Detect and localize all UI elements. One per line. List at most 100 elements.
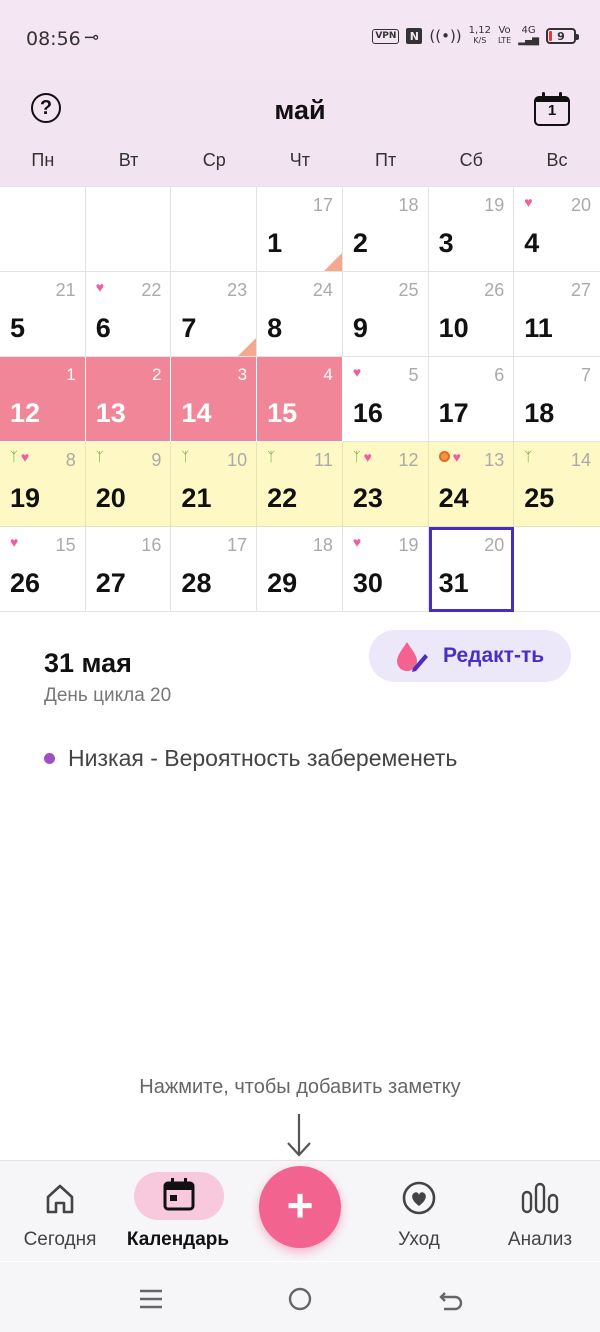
- signal-icon: 4G ▂▄▆: [518, 25, 539, 47]
- calendar-day-cell[interactable]: 20 4 ♥: [514, 187, 600, 272]
- calendar-day-cell[interactable]: 13 24 ♥: [428, 442, 515, 527]
- calendar-day-cell[interactable]: 19 30 ♥: [342, 527, 429, 612]
- heart-icon: ♥: [452, 449, 461, 465]
- probability-dot: [44, 753, 55, 764]
- cycle-day-number: 18: [312, 535, 333, 555]
- calendar-day-cell[interactable]: 4 15: [257, 357, 343, 442]
- nav-today[interactable]: Сегодня: [0, 1161, 120, 1261]
- nfc-icon: N: [406, 28, 423, 44]
- sprout-icon: ᛉ: [524, 449, 533, 464]
- calendar-day-cell[interactable]: 23 7: [171, 272, 258, 357]
- cycle-day-number: 17: [312, 195, 333, 215]
- calendar-day-cell[interactable]: 27 11: [514, 272, 600, 357]
- day-number: 30: [352, 568, 383, 598]
- calendar-day-cell[interactable]: 17 1: [257, 187, 343, 272]
- day-markers: ᛉ: [181, 450, 189, 464]
- calendar-day-cell[interactable]: 18 2: [342, 187, 429, 272]
- nav-analysis-label: Анализ: [507, 1229, 573, 1250]
- cycle-day-number: 11: [314, 450, 333, 470]
- calendar-grid: 17 1 18 2 19 3 20 4 ♥ 21 5 22 6 ♥ 23 7 24 8 25 9 26 10 27 11 1 12…: [0, 186, 600, 613]
- calendar-day-cell[interactable]: 10 21 ᛉ: [171, 442, 258, 527]
- heart-icon: ♥: [524, 194, 533, 210]
- cycle-day-number: 14: [570, 450, 591, 470]
- calendar-day-cell[interactable]: 20 31: [428, 527, 515, 612]
- day-number: 15: [267, 398, 298, 428]
- sprout-icon: ᛉ: [181, 449, 190, 464]
- home-circle-icon[interactable]: [285, 1284, 315, 1314]
- calendar-day-cell[interactable]: 19 3: [428, 187, 515, 272]
- day-markers: ♥: [353, 535, 361, 549]
- add-note-hint[interactable]: Нажмите, чтобы добавить заметку: [0, 1076, 600, 1099]
- weekday-label: Ср: [202, 150, 226, 170]
- edit-period-button[interactable]: Редакт-ть: [369, 630, 571, 682]
- plus-icon: +: [286, 1179, 314, 1231]
- calendar-day-cell[interactable]: 18 29: [257, 527, 343, 612]
- day-number: 24: [438, 483, 469, 513]
- day-number: 3: [438, 228, 454, 258]
- cycle-day-number: 6: [494, 365, 505, 385]
- day-number: 10: [438, 313, 469, 343]
- drop-edit-icon: [393, 638, 429, 674]
- calendar-day-cell[interactable]: 24 8: [257, 272, 343, 357]
- day-markers: ᛉ ♥: [10, 450, 29, 465]
- cycle-day-number: 13: [484, 450, 505, 470]
- calendar-day-cell[interactable]: 26 10: [428, 272, 515, 357]
- day-markers: ᛉ: [96, 450, 104, 464]
- calendar-day-cell[interactable]: 3 14: [171, 357, 258, 442]
- cycle-day-number: 24: [312, 280, 333, 300]
- cycle-day-number: 25: [398, 280, 419, 300]
- calendar-day-cell[interactable]: 11 22 ᛉ: [257, 442, 343, 527]
- cycle-day-number: 4: [323, 365, 333, 384]
- day-number: 26: [10, 568, 41, 598]
- sprout-icon: ᛉ: [95, 449, 104, 464]
- cycle-day-number: 16: [141, 535, 162, 555]
- calendar-day-cell[interactable]: 2 13: [85, 357, 172, 442]
- heart-icon: ♥: [352, 364, 362, 380]
- sprout-icon: ᛉ: [352, 449, 361, 464]
- nav-analysis[interactable]: Анализ: [480, 1161, 600, 1261]
- cycle-day-number: 10: [227, 450, 248, 470]
- cycle-day-number: 20: [484, 535, 505, 555]
- calendar-day-cell[interactable]: 5 16 ♥: [342, 357, 429, 442]
- calendar-day-cell[interactable]: 14 25 ᛉ: [514, 442, 600, 527]
- calendar-day-cell[interactable]: 15 26 ♥: [0, 527, 86, 612]
- cycle-day-number: 23: [227, 280, 248, 300]
- menu-icon[interactable]: [136, 1284, 166, 1314]
- key-icon: ⊸: [84, 27, 100, 48]
- calendar-day-cell[interactable]: 12 23 ᛉ ♥: [342, 442, 429, 527]
- calendar-day-cell[interactable]: 16 27: [85, 527, 172, 612]
- day-number: 18: [524, 398, 555, 428]
- calendar-day-cell[interactable]: 1 12: [0, 357, 86, 442]
- calendar-day-cell[interactable]: 8 19 ᛉ ♥: [0, 442, 86, 527]
- day-number: 1: [267, 228, 283, 258]
- calendar-day-cell[interactable]: 25 9: [342, 272, 429, 357]
- add-button[interactable]: +: [259, 1166, 341, 1248]
- cycle-day: День цикла 20: [44, 685, 172, 706]
- calendar-day-cell[interactable]: 7 18: [514, 357, 600, 442]
- calendar-day-cell[interactable]: 9 20 ᛉ: [85, 442, 172, 527]
- nav-today-label: Сегодня: [23, 1229, 97, 1250]
- network-type: 4G: [521, 25, 536, 36]
- weekday-label: Чт: [289, 150, 311, 170]
- day-number: 14: [181, 398, 212, 428]
- status-bar: 08:56 ⊸ VPN N ((•)) 1,12 K/S Vo LTE 4G ▂…: [0, 22, 600, 56]
- back-icon[interactable]: [436, 1284, 466, 1314]
- cycle-day-number: 1: [66, 365, 76, 384]
- vpn-icon: VPN: [372, 28, 400, 44]
- cycle-day-number: 8: [65, 450, 76, 470]
- battery-icon: 9: [546, 28, 579, 44]
- ovulation-icon: [438, 451, 450, 462]
- calendar-day-cell[interactable]: 21 5: [0, 272, 86, 357]
- calendar-day-cell[interactable]: 22 6 ♥: [85, 272, 172, 357]
- calendar-day-cell[interactable]: 6 17: [428, 357, 515, 442]
- calendar-day-cell[interactable]: 17 28: [171, 527, 258, 612]
- cycle-day-number: 9: [151, 450, 162, 470]
- hotspot-icon: ((•)): [429, 27, 462, 45]
- nav-care[interactable]: Уход: [359, 1161, 479, 1261]
- today-button[interactable]: 1: [534, 92, 570, 126]
- day-markers: ᛉ: [524, 450, 532, 464]
- weekday-label: Пн: [31, 150, 55, 170]
- cycle-day-number: 19: [398, 535, 419, 555]
- cycle-day-number: 26: [484, 280, 505, 300]
- day-markers: ♥: [524, 195, 532, 209]
